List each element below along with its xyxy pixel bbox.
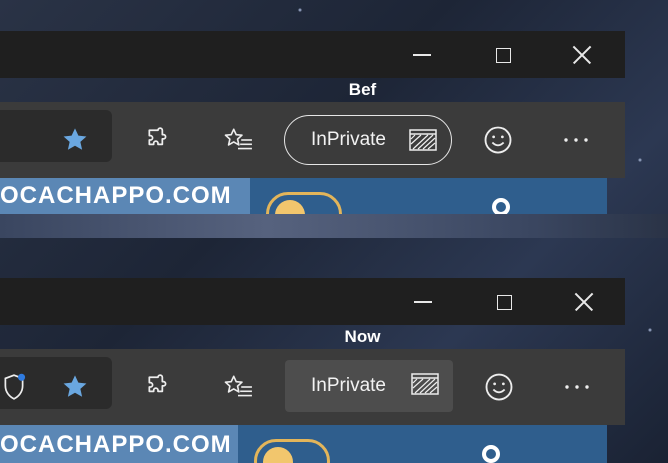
browser-toolbar: InPrivate <box>0 102 625 178</box>
minimize-icon <box>414 301 432 303</box>
maximize-icon <box>496 294 512 310</box>
theme-toggle[interactable] <box>254 439 330 463</box>
shield-icon <box>4 373 26 400</box>
more-button[interactable] <box>555 365 599 409</box>
title-bar <box>0 31 625 78</box>
star-icon <box>63 375 87 397</box>
minimize-button[interactable] <box>403 282 443 322</box>
site-logo-text: OCACHAPPO.COM <box>0 182 232 209</box>
feedback-button[interactable] <box>476 118 520 162</box>
now-browser-window: Now InPrivate OCACHAPPO.COM <box>0 278 625 463</box>
maximize-button[interactable] <box>484 282 524 322</box>
close-button[interactable] <box>562 35 602 75</box>
more-button[interactable] <box>554 118 598 162</box>
title-bar <box>0 278 625 325</box>
search-icon[interactable] <box>492 198 510 214</box>
maximize-icon <box>495 47 511 63</box>
puzzle-icon <box>148 374 167 393</box>
theme-toggle[interactable] <box>266 192 342 214</box>
toggle-knob <box>275 200 305 214</box>
puzzle-icon <box>148 127 167 146</box>
desktop-background-band <box>0 214 668 238</box>
browser-toolbar: InPrivate <box>0 349 625 425</box>
site-header-left: OCACHAPPO.COM <box>0 178 250 214</box>
maximize-button[interactable] <box>483 35 523 75</box>
inprivate-icon <box>409 129 437 151</box>
before-browser-window: Bef InPrivate OCACHAPPO.COM <box>0 31 625 214</box>
minimize-icon <box>413 54 431 56</box>
favorite-button[interactable] <box>53 365 97 409</box>
site-header-left: OCACHAPPO.COM <box>0 425 238 463</box>
page-content: OCACHAPPO.COM <box>0 425 607 463</box>
smiley-icon <box>485 373 513 401</box>
extensions-button[interactable] <box>136 118 180 162</box>
comparison-caption: Bef <box>348 80 377 99</box>
inprivate-button[interactable]: InPrivate <box>284 115 452 165</box>
comparison-caption: Now <box>344 327 381 346</box>
minimize-button[interactable] <box>402 35 442 75</box>
feedback-button[interactable] <box>477 365 521 409</box>
star-icon <box>63 128 87 150</box>
site-logo-text: OCACHAPPO.COM <box>0 431 232 458</box>
smiley-icon <box>484 126 512 154</box>
site-header-right <box>238 425 607 463</box>
close-icon <box>572 45 592 65</box>
tracking-prevention-button[interactable] <box>0 365 36 409</box>
favorites-list-icon <box>224 128 252 150</box>
favorite-button[interactable] <box>53 118 97 162</box>
page-content: OCACHAPPO.COM <box>0 178 607 214</box>
ellipsis-icon <box>565 385 589 389</box>
favorites-button[interactable] <box>216 365 260 409</box>
inprivate-label: InPrivate <box>311 129 386 150</box>
toggle-knob <box>263 447 293 463</box>
inprivate-button[interactable]: InPrivate <box>285 360 453 412</box>
close-icon <box>574 292 594 312</box>
favorites-list-icon <box>224 375 252 397</box>
inprivate-label: InPrivate <box>311 375 386 396</box>
close-button[interactable] <box>564 282 604 322</box>
favorites-button[interactable] <box>216 118 260 162</box>
site-header-right <box>250 178 607 214</box>
ellipsis-icon <box>564 138 588 142</box>
inprivate-icon <box>411 373 439 395</box>
search-icon[interactable] <box>482 445 500 463</box>
extensions-button[interactable] <box>136 365 180 409</box>
